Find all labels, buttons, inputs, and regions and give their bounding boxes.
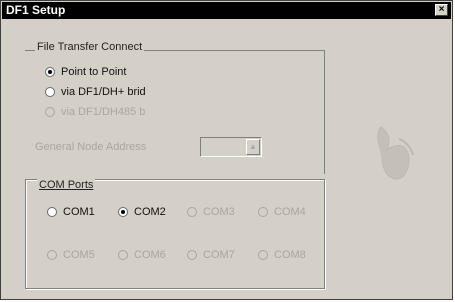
file-transfer-legend: File Transfer Connect xyxy=(35,41,145,53)
node-address-spinbox: ▲ xyxy=(200,137,262,157)
radio-label: COM3 xyxy=(203,206,235,218)
radio-label: COM7 xyxy=(203,249,235,261)
title-bar[interactable]: DF1 Setup × xyxy=(2,2,451,19)
radio-via-df1-dh485: via DF1/DH485 b xyxy=(45,106,145,118)
radio-com2[interactable]: COM2 xyxy=(118,206,166,218)
radio-com7: COM7 xyxy=(187,249,235,261)
radio-com1[interactable]: COM1 xyxy=(47,206,95,218)
com-ports-group xyxy=(25,179,325,289)
com-ports-legend: COM Ports xyxy=(37,179,96,191)
radio-com6: COM6 xyxy=(118,249,166,261)
radio-button[interactable] xyxy=(47,207,57,217)
radio-button xyxy=(45,107,55,117)
radio-label: COM8 xyxy=(274,249,306,261)
radio-label: COM5 xyxy=(63,249,95,261)
df1-setup-dialog: DF1 Setup × File Transfer Connect Point … xyxy=(0,0,453,300)
radio-label: via DF1/DH+ brid xyxy=(61,86,146,98)
radio-button[interactable] xyxy=(118,207,128,217)
radio-com8: COM8 xyxy=(258,249,306,261)
radio-label: COM4 xyxy=(274,206,306,218)
radio-button xyxy=(187,207,197,217)
radio-label: via DF1/DH485 b xyxy=(61,106,146,118)
rockwell-logo-icon xyxy=(377,126,414,180)
radio-button xyxy=(258,250,268,260)
radio-com5: COM5 xyxy=(47,249,95,261)
radio-label: COM6 xyxy=(134,249,166,261)
radio-button xyxy=(47,250,57,260)
radio-label: Point to Point xyxy=(61,66,127,78)
radio-button xyxy=(258,207,268,217)
radio-button[interactable] xyxy=(45,67,55,77)
radio-via-df1-dh-brid[interactable]: via DF1/DH+ brid xyxy=(45,86,146,98)
radio-point-to-point[interactable]: Point to Point xyxy=(45,66,126,78)
radio-com3: COM3 xyxy=(187,206,235,218)
radio-button[interactable] xyxy=(45,87,55,97)
radio-button xyxy=(118,250,128,260)
window-title: DF1 Setup xyxy=(6,3,66,17)
radio-label: COM2 xyxy=(134,206,166,218)
spin-arrows-icon: ▲ xyxy=(246,139,260,155)
radio-com4: COM4 xyxy=(258,206,306,218)
close-button[interactable]: × xyxy=(435,4,448,16)
node-address-label: General Node Address xyxy=(35,141,147,153)
radio-label: COM1 xyxy=(63,206,95,218)
radio-button xyxy=(187,250,197,260)
